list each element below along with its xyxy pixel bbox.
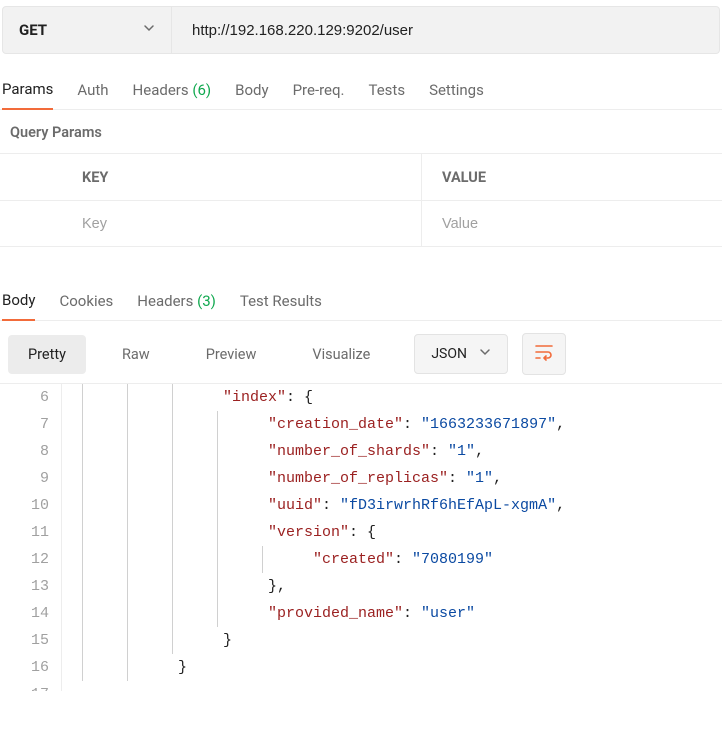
response-tab-headers[interactable]: Headers (3) — [137, 292, 216, 320]
tab-headers[interactable]: Headers (6) — [133, 81, 212, 109]
wrap-lines-button[interactable] — [522, 333, 566, 375]
query-params-title: Query Params — [0, 110, 722, 153]
url-input[interactable] — [172, 6, 720, 54]
tab-headers-label: Headers — [133, 81, 193, 99]
key-input[interactable] — [82, 216, 421, 232]
code-line: }, — [62, 573, 722, 600]
line-number: 15 — [0, 627, 49, 654]
code-line: "uuid": "fD3irwrhRf6hEfApL-xgmA", — [62, 492, 722, 519]
key-header: KEY — [62, 154, 422, 200]
view-preview-button[interactable]: Preview — [186, 335, 277, 374]
line-number: 11 — [0, 519, 49, 546]
tab-auth[interactable]: Auth — [77, 81, 108, 109]
response-tab-body[interactable]: Body — [2, 291, 35, 321]
value-header: VALUE — [422, 154, 722, 200]
line-number: 13 — [0, 573, 49, 600]
code-line: "created": "7080199" — [62, 546, 722, 573]
line-number: 6 — [0, 384, 49, 411]
tab-params[interactable]: Params — [2, 80, 53, 110]
chevron-down-icon — [143, 22, 155, 38]
key-cell — [62, 201, 422, 246]
method-label: GET — [19, 21, 47, 39]
code-body: "index": {"creation_date": "166323367189… — [62, 384, 722, 691]
code-line: "index": { — [62, 384, 722, 411]
http-method-dropdown[interactable]: GET — [2, 6, 172, 54]
view-pretty-button[interactable]: Pretty — [8, 335, 86, 374]
format-label: JSON — [431, 346, 467, 362]
tab-prereq[interactable]: Pre-req. — [293, 81, 345, 109]
line-number: 10 — [0, 492, 49, 519]
code-line: "number_of_replicas": "1", — [62, 465, 722, 492]
code-line: "version": { — [62, 519, 722, 546]
code-line: } — [62, 654, 722, 681]
response-tab-headers-count: (3) — [197, 292, 216, 310]
line-number: 7 — [0, 411, 49, 438]
line-number: 16 — [0, 654, 49, 681]
value-cell — [422, 201, 722, 246]
table-header-row: KEY VALUE — [0, 154, 722, 200]
line-number-gutter: 67891011121314151617 — [0, 384, 62, 691]
line-number: 12 — [0, 546, 49, 573]
query-params-table: KEY VALUE — [0, 153, 722, 247]
response-tab-test-results[interactable]: Test Results — [240, 292, 322, 320]
code-line: "number_of_shards": "1", — [62, 438, 722, 465]
tab-settings[interactable]: Settings — [429, 81, 484, 109]
table-row — [0, 200, 722, 246]
line-number: 14 — [0, 600, 49, 627]
value-input[interactable] — [442, 216, 722, 232]
code-line: "creation_date": "1663233671897", — [62, 411, 722, 438]
code-line: "provided_name": "user" — [62, 600, 722, 627]
tab-headers-count: (6) — [192, 81, 211, 99]
line-number: 17 — [0, 681, 49, 691]
response-tab-headers-label: Headers — [137, 292, 197, 310]
code-line: } — [62, 627, 722, 654]
wrap-icon — [534, 343, 554, 365]
tab-body[interactable]: Body — [235, 81, 268, 109]
line-number: 8 — [0, 438, 49, 465]
tab-tests[interactable]: Tests — [368, 81, 405, 109]
view-raw-button[interactable]: Raw — [102, 335, 170, 374]
response-tab-cookies[interactable]: Cookies — [59, 292, 113, 320]
chevron-down-icon — [479, 346, 491, 362]
check-cell[interactable] — [0, 201, 62, 246]
check-header — [0, 154, 62, 200]
code-viewer[interactable]: 67891011121314151617 "index": {"creation… — [0, 383, 722, 691]
view-visualize-button[interactable]: Visualize — [292, 335, 390, 374]
format-dropdown[interactable]: JSON — [414, 334, 508, 374]
line-number: 9 — [0, 465, 49, 492]
